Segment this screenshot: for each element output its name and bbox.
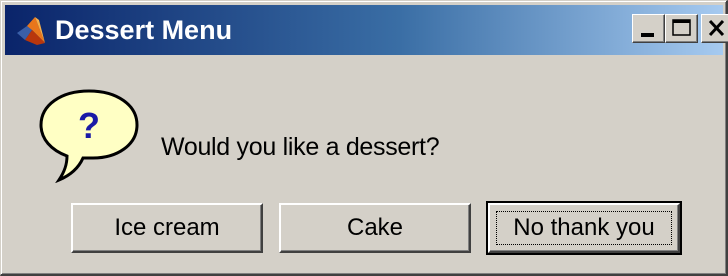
minimize-icon — [641, 33, 654, 37]
cake-button[interactable]: Cake — [279, 203, 471, 253]
no-thank-you-button-label: No thank you — [513, 214, 655, 241]
dialog-message: Would you like a dessert? — [161, 133, 440, 161]
matlab-logo-icon — [15, 16, 47, 46]
question-bubble-icon: ? — [37, 87, 141, 184]
question-mark: ? — [78, 105, 100, 146]
close-button[interactable] — [701, 14, 728, 43]
ice-cream-button-label: Ice cream — [114, 214, 220, 241]
title-bar[interactable]: Dessert Menu — [5, 5, 728, 55]
minimize-button[interactable] — [632, 14, 665, 43]
cake-button-label: Cake — [346, 214, 404, 241]
ice-cream-button[interactable]: Ice cream — [71, 203, 263, 253]
no-thank-you-button[interactable]: No thank you — [486, 201, 682, 255]
dialog-window: Dessert Menu ? Would you like a dessert? — [0, 0, 728, 276]
close-icon — [708, 19, 725, 37]
maximize-icon — [672, 19, 691, 36]
window-title: Dessert Menu — [55, 15, 233, 45]
maximize-button[interactable] — [665, 14, 698, 43]
